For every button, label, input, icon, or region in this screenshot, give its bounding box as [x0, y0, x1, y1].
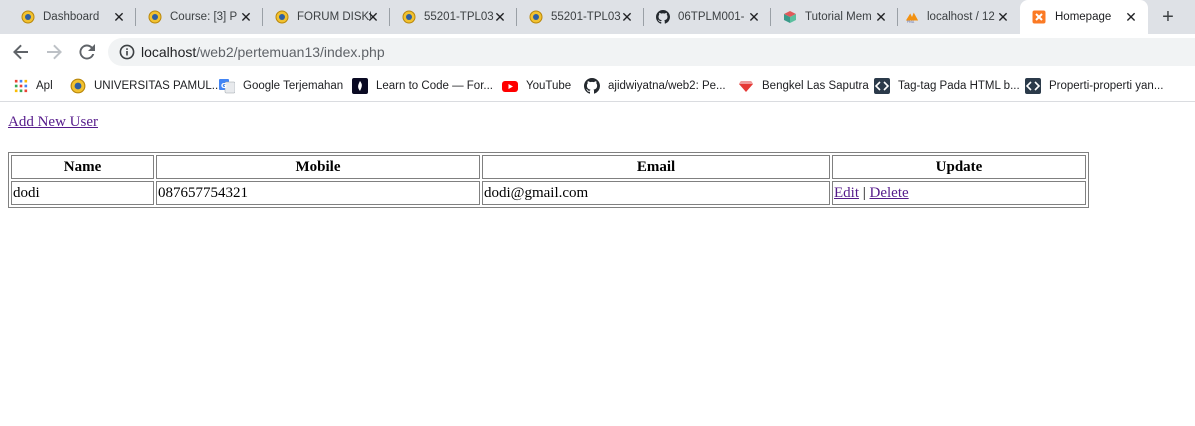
bookmark-apps[interactable]: Apl	[14, 78, 53, 94]
address-bar[interactable]: localhost/web2/pertemuan13/index.php	[108, 38, 1195, 66]
close-icon[interactable]: ✕	[366, 9, 380, 25]
freecodecamp-icon	[352, 78, 368, 94]
github-icon	[584, 78, 600, 94]
tutorial-cube-icon	[784, 11, 796, 23]
tab-title: localhost / 12	[927, 11, 995, 23]
bookmark-label: Bengkel Las Saputra	[762, 80, 869, 92]
phpmyadmin-icon: PMA	[905, 12, 919, 24]
bookmark-label: Google Terjemahan	[243, 80, 344, 92]
university-logo-icon	[70, 78, 86, 94]
tab-course[interactable]: Course: [3] P ✕	[127, 0, 263, 34]
university-logo-icon	[402, 10, 416, 24]
reload-button[interactable]	[75, 40, 99, 64]
bookmark-google-translate[interactable]: G Google Terjemahan	[219, 78, 343, 94]
bookmark-properti[interactable]: Properti-properti yan...	[1025, 78, 1163, 94]
bookmark-label: Apl	[36, 80, 53, 92]
university-logo-icon	[275, 10, 289, 24]
bookmark-label: YouTube	[526, 80, 572, 92]
edit-link[interactable]: Edit	[834, 185, 859, 201]
tab-forum[interactable]: FORUM DISKU ✕	[254, 0, 390, 34]
tab-title: 55201-TPL03	[551, 11, 621, 23]
column-header-email: Email	[482, 155, 830, 179]
column-header-mobile: Mobile	[156, 155, 480, 179]
bookmark-label: UNIVERSITAS PAMUL...	[94, 80, 222, 92]
youtube-icon	[502, 81, 518, 92]
tab-title: Course: [3] P	[170, 11, 238, 23]
tab-tutorial[interactable]: Tutorial Mem ✕	[762, 0, 898, 34]
bookmark-bengkel[interactable]: Bengkel Las Saputra	[738, 78, 869, 94]
close-icon[interactable]: ✕	[996, 9, 1010, 25]
tab-github[interactable]: 06TPLM001- ✕	[635, 0, 771, 34]
apps-grid-icon	[14, 79, 28, 93]
close-icon[interactable]: ✕	[1124, 9, 1138, 25]
tab-title: 06TPLM001-	[678, 11, 745, 23]
url-text[interactable]: localhost/web2/pertemuan13/index.php	[141, 44, 385, 60]
page-content: Add New User Name Mobile Email Update do…	[0, 103, 1195, 426]
university-logo-icon	[529, 10, 543, 24]
bookmark-label: Learn to Code — For...	[376, 80, 493, 92]
close-icon[interactable]: ✕	[747, 9, 761, 25]
google-translate-icon: G	[219, 79, 235, 94]
arrow-left-icon	[13, 44, 28, 60]
bookmark-label: ajidwiyatna/web2: Pe...	[608, 80, 726, 92]
table-row: dodi 087657754321 dodi@gmail.com Edit | …	[11, 181, 1086, 205]
tab-tpl03-b[interactable]: 55201-TPL03 ✕	[508, 0, 644, 34]
tab-homepage[interactable]: Homepage ✕	[1020, 0, 1148, 34]
bookmark-label: Tag-tag Pada HTML b...	[898, 80, 1020, 92]
github-icon	[656, 10, 670, 24]
bookmark-universitas[interactable]: UNIVERSITAS PAMUL...	[70, 78, 221, 94]
tab-strip: Dashboard ✕ Course: [3] P ✕ FORUM DISKU …	[0, 0, 1195, 34]
reload-icon	[79, 44, 95, 60]
tab-title: Homepage	[1055, 11, 1112, 23]
url-path: /web2/pertemuan13/index.php	[196, 44, 385, 60]
cell-update: Edit | Delete	[832, 181, 1086, 205]
table-header-row: Name Mobile Email Update	[11, 155, 1086, 179]
bookmarks-bar: Apl UNIVERSITAS PAMUL... G Google Terjem…	[0, 70, 1195, 102]
add-new-user-link[interactable]: Add New User	[8, 114, 98, 131]
university-logo-icon	[148, 10, 162, 24]
cell-mobile: 087657754321	[156, 181, 480, 205]
close-icon[interactable]: ✕	[112, 9, 126, 25]
forward-button[interactable]	[42, 40, 66, 64]
svg-text:G: G	[221, 82, 227, 90]
column-header-update: Update	[832, 155, 1086, 179]
close-icon[interactable]: ✕	[493, 9, 507, 25]
users-table: Name Mobile Email Update dodi 0876577543…	[8, 152, 1089, 208]
tab-title: Dashboard	[43, 11, 100, 23]
tab-title: FORUM DISKU	[297, 11, 371, 23]
arrow-right-icon	[47, 44, 62, 60]
back-button[interactable]	[9, 40, 33, 64]
tab-tpl03-a[interactable]: 55201-TPL03 ✕	[381, 0, 517, 34]
tab-dashboard[interactable]: Dashboard ✕	[0, 0, 136, 34]
url-host: localhost	[141, 44, 197, 60]
svg-text:PMA: PMA	[907, 20, 915, 24]
tab-title: 55201-TPL03	[424, 11, 494, 23]
new-tab-button[interactable]: +	[1158, 7, 1178, 27]
close-icon[interactable]: ✕	[620, 9, 634, 25]
code-icon	[874, 78, 890, 94]
bookmark-youtube[interactable]: YouTube	[502, 78, 571, 94]
tab-phpmyadmin[interactable]: PMA localhost / 12 ✕	[884, 0, 1020, 34]
university-logo-icon	[21, 10, 35, 24]
bookmark-tag-html[interactable]: Tag-tag Pada HTML b...	[874, 78, 1020, 94]
gem-icon	[739, 81, 753, 92]
bookmark-freecodecamp[interactable]: Learn to Code — For...	[352, 78, 493, 94]
tab-title: Tutorial Mem	[805, 11, 872, 23]
info-icon[interactable]	[119, 44, 135, 60]
bookmark-github-web2[interactable]: ajidwiyatna/web2: Pe...	[584, 78, 726, 94]
bookmark-label: Properti-properti yan...	[1049, 80, 1164, 92]
xampp-icon	[1032, 10, 1046, 24]
cell-email: dodi@gmail.com	[482, 181, 830, 205]
browser-toolbar: localhost/web2/pertemuan13/index.php	[0, 34, 1195, 70]
cell-name: dodi	[11, 181, 154, 205]
column-header-name: Name	[11, 155, 154, 179]
code-icon	[1025, 78, 1041, 94]
close-icon[interactable]: ✕	[239, 9, 253, 25]
delete-link[interactable]: Delete	[870, 185, 909, 201]
link-separator: |	[862, 184, 866, 201]
